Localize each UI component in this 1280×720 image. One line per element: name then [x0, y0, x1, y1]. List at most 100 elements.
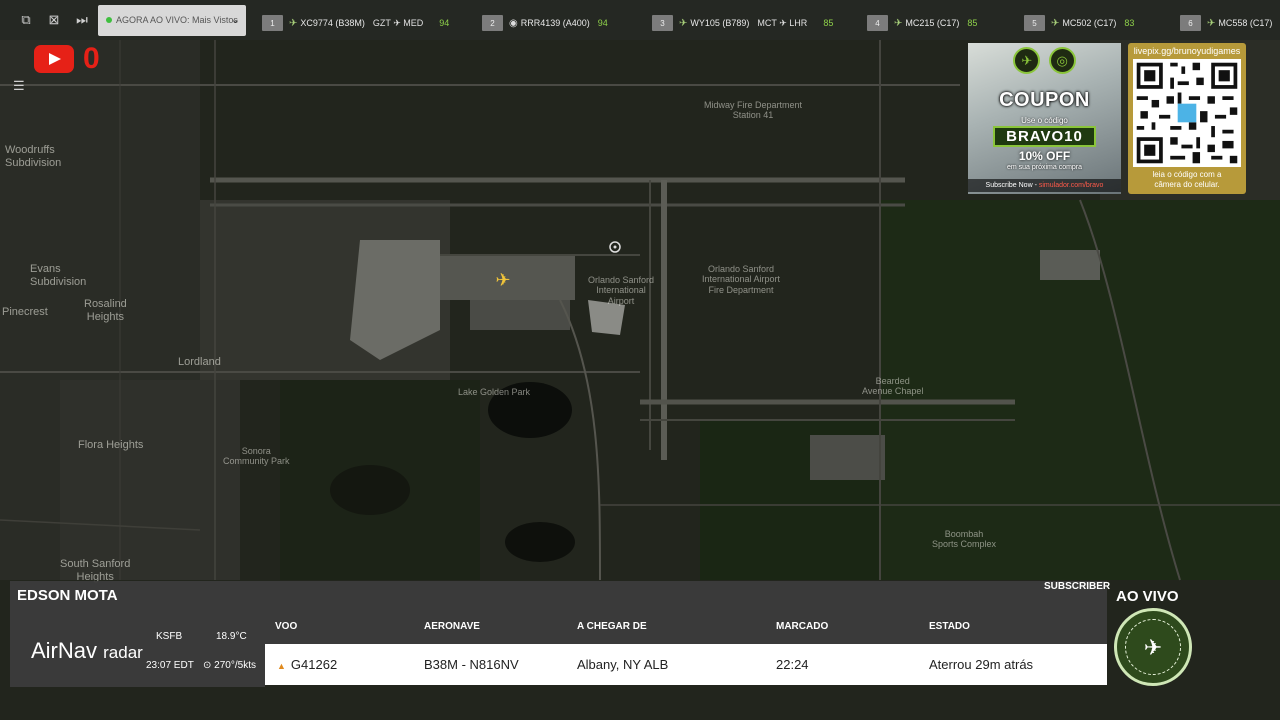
flight-score: 94: [439, 18, 450, 28]
streamer-name-bar: EDSON MOTA: [10, 581, 1107, 611]
plane-badge-icon: ✈: [1125, 619, 1181, 675]
flight-score: 85: [823, 18, 834, 28]
row-status: Aterrou 29m atrás: [929, 657, 1034, 672]
now-live-dropdown[interactable]: AGORA AO VIVO: Mais Vistos ⌄: [98, 4, 246, 36]
coupon-title: COUPON: [999, 89, 1090, 111]
flight-callsign: RRR4139 (A400): [520, 18, 590, 28]
top-flight-4[interactable]: 4 ✈ MC215 (C17) 85: [867, 14, 977, 32]
row-aircraft: B38M - N816NV: [424, 657, 519, 672]
airport-code: KSFB: [156, 631, 183, 642]
airnav-info-bar: EDSON MOTA SUBSCRIBER AirNav radar KSFB …: [0, 578, 1280, 720]
rank-badge: 3: [652, 15, 673, 31]
map-label-flora: Flora Heights: [78, 439, 144, 451]
flight-route: GZT ✈ MED: [372, 17, 424, 28]
rank-badge: 6: [1180, 15, 1201, 31]
map-label-evans: Evans Subdivision: [30, 263, 87, 288]
coupon-discount: 10% OFF: [1018, 149, 1071, 163]
airnav-logo-sub: radar: [103, 643, 143, 662]
plane-icon: ✈: [679, 17, 688, 29]
coupon-code: BRAVO10: [993, 126, 1096, 147]
map-label-lordland: Lordland: [178, 356, 221, 368]
svg-text:✈: ✈: [495, 270, 510, 291]
coupon-subtitle: Use o código: [1021, 116, 1068, 125]
coupon-fine-print: em sua próxima compra: [1006, 164, 1083, 171]
top-flight-bar: ⧉ ⊠ ⏭ AGORA AO VIVO: Mais Vistos ⌄ 1 ✈ X…: [0, 0, 1280, 40]
subscribe-prefix: Subscribe Now -: [985, 182, 1037, 189]
target-logo-icon: ◎: [1048, 47, 1076, 74]
youtube-counter: 0: [83, 42, 100, 75]
coupon-panel: ✈ ◎ COUPON Use o código BRAVO10 10% OFF …: [968, 43, 1121, 194]
map-label-orlando-fire: Orlando Sanford International Airport Fi…: [702, 264, 781, 295]
live-dot-icon: [106, 17, 112, 23]
col-aircraft: AERONAVE: [424, 621, 480, 632]
stream-overlay: ✈ Woodruffs Subdivision Evans Subdivisio…: [0, 0, 1280, 720]
now-live-label: AGORA AO VIVO: Mais Vistos: [116, 15, 238, 25]
brand-logo-icon: ✈: [1013, 47, 1041, 74]
layout-icon[interactable]: ⧉: [12, 0, 40, 40]
live-label: AO VIVO: [1116, 588, 1179, 605]
airnav-logo-text: AirNav: [31, 638, 98, 663]
row-from: Albany, NY ALB: [577, 657, 669, 672]
plane-icon: ✈: [894, 17, 903, 29]
map-label-boombah: Boombah Sports Complex: [932, 529, 997, 550]
table-row[interactable]: ▲ G41262 B38M - N816NV Albany, NY ALB 22:…: [265, 644, 1107, 685]
close-panel-icon[interactable]: ⊠: [40, 0, 68, 40]
map-label-pinecrest: Pinecrest: [2, 306, 48, 318]
streamer-name: EDSON MOTA: [17, 587, 118, 604]
youtube-icon: [34, 45, 74, 73]
arrivals-table-header: VOO AERONAVE A CHEGAR DE MARCADO ESTADO: [265, 611, 1107, 644]
top-flight-5[interactable]: 5 ✈ MC502 (C17) 83: [1024, 14, 1134, 32]
wind-value: 270°/5kts: [214, 660, 256, 671]
channel-badge-icon: ✈: [1114, 608, 1192, 686]
rank-badge: 5: [1024, 15, 1045, 31]
qr-caption: leia o código com a câmera do celular.: [1152, 170, 1222, 189]
wind-readout: ⊙ 270°/5kts: [203, 660, 256, 671]
col-status: ESTADO: [929, 621, 970, 632]
row-flight: ▲ G41262: [277, 657, 337, 672]
flight-callsign: MC215 (C17): [905, 18, 960, 28]
row-scheduled: 22:24: [776, 657, 809, 672]
list-icon[interactable]: ☰: [13, 78, 25, 94]
livepix-url: livepix.gg/brunoyudigames: [1133, 46, 1241, 56]
top-flight-2[interactable]: 2 ◉ RRR4139 (A400) 94: [482, 14, 608, 32]
flight-score: 83: [1124, 18, 1135, 28]
flight-score: 85: [967, 18, 978, 28]
map-label-sonora: Sonora Community Park: [223, 446, 290, 467]
aircraft-marker[interactable]: ✈: [495, 270, 510, 291]
livepix-qr-panel: livepix.gg/brunoyudigames leia o código …: [1128, 43, 1246, 194]
plane-icon: ✈: [1207, 17, 1216, 29]
map-label-lake-golden: Lake Golden Park: [458, 387, 531, 397]
wind-icon: ⊙: [203, 660, 212, 671]
temperature: 18.9°C: [216, 631, 247, 642]
subscriber-label: SUBSCRIBER: [1044, 581, 1111, 592]
chevron-down-icon: ⌄: [230, 13, 240, 26]
flight-callsign: XC9774 (B38M): [300, 18, 365, 28]
circle-icon: ◉: [509, 17, 518, 29]
map-label-midway-fire: Midway Fire Department Station 41: [704, 100, 803, 121]
rank-badge: 4: [867, 15, 888, 31]
top-flight-3[interactable]: 3 ✈ WY105 (B789) MCT ✈ LHR 85: [652, 14, 833, 32]
map-label-airport: Orlando Sanford International Airport: [588, 275, 655, 306]
flight-score: 94: [597, 18, 608, 28]
airline-icon: ▲: [277, 661, 286, 671]
airnav-panel: AirNav radar KSFB 18.9°C 23:07 EDT ⊙ 270…: [10, 611, 265, 687]
map-label-bearded-chapel: Bearded Avenue Chapel: [862, 376, 924, 397]
top-flight-6[interactable]: 6 ✈ MC558 (C17): [1180, 14, 1272, 32]
rank-badge: 1: [262, 15, 283, 31]
plane-icon: ✈: [1051, 17, 1060, 29]
col-flight: VOO: [275, 621, 298, 632]
next-icon[interactable]: ⏭: [68, 0, 96, 40]
row-flight-value: G41262: [290, 657, 338, 672]
qr-code-icon: [1133, 59, 1241, 167]
top-flight-1[interactable]: 1 ✈ XC9774 (B38M) GZT ✈ MED 94: [262, 14, 449, 32]
rank-badge: 2: [482, 15, 503, 31]
col-scheduled: MARCADO: [776, 621, 829, 632]
subscribe-link: simulador.com/bravo: [1038, 182, 1104, 189]
subscribe-bar: Subscribe Now - simulador.com/bravo: [968, 179, 1121, 192]
map-label-woodruffs: Woodruffs Subdivision: [5, 144, 62, 169]
flight-route: MCT ✈ LHR: [757, 17, 808, 28]
col-from: A CHEGAR DE: [577, 621, 647, 632]
map-label-rosalind: Rosalind Heights: [84, 298, 127, 323]
plane-icon: ✈: [289, 17, 298, 29]
flight-callsign: MC502 (C17): [1062, 18, 1117, 28]
